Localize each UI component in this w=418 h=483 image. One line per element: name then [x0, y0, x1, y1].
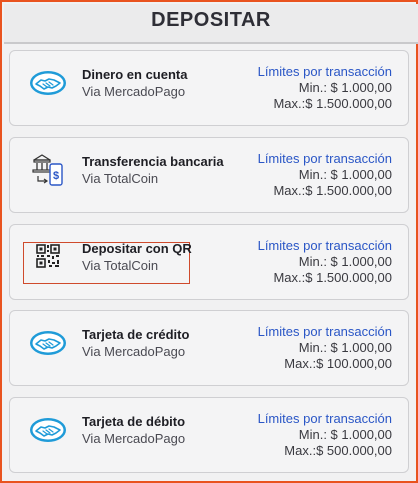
- deposit-method-transferencia-bancaria[interactable]: $ Transferencia bancaria Via TotalCoin L…: [9, 137, 409, 213]
- header: DEPOSITAR: [4, 4, 418, 44]
- limits-title: Límites por transacción: [257, 411, 392, 426]
- method-name: Tarjeta de débito: [82, 414, 186, 429]
- bank-transfer-icon: $: [28, 152, 68, 188]
- svg-text:$: $: [53, 170, 59, 182]
- qr-code-icon: [28, 239, 68, 275]
- limits-title: Límites por transacción: [257, 324, 392, 339]
- method-provider: Via TotalCoin: [82, 171, 159, 186]
- limit-min: Min.: $ 1.000,00: [298, 427, 392, 442]
- method-provider: Via MercadoPago: [82, 431, 186, 446]
- limits-title: Límites por transacción: [257, 64, 392, 79]
- limits: Límites por transacción Min.: $ 1.000,00…: [258, 411, 392, 459]
- limit-max: Max.:$ 1.500.000,00: [273, 96, 392, 111]
- limit-min: Min.: $ 1.000,00: [298, 254, 392, 269]
- handshake-icon: [28, 325, 68, 361]
- deposit-method-qr[interactable]: Depositar con QR Via TotalCoin Límites p…: [9, 224, 409, 300]
- limit-min: Min.: $ 1.000,00: [298, 80, 392, 95]
- method-name: Tarjeta de crédito: [82, 327, 190, 342]
- limits-title: Límites por transacción: [257, 238, 392, 253]
- handshake-icon: [28, 65, 68, 101]
- method-name: Transferencia bancaria: [82, 154, 224, 169]
- method-provider: Via MercadoPago: [82, 84, 186, 99]
- method-name: Dinero en cuenta: [82, 67, 188, 82]
- method-name: Depositar con QR: [82, 241, 192, 256]
- limit-min: Min.: $ 1.000,00: [298, 167, 392, 182]
- limits: Límites por transacción Min.: $ 1.000,00…: [258, 151, 392, 199]
- page-title: DEPOSITAR: [151, 8, 271, 31]
- method-provider: Via TotalCoin: [82, 258, 159, 273]
- deposit-method-dinero-en-cuenta[interactable]: Dinero en cuenta Via MercadoPago Límites…: [9, 50, 409, 126]
- limit-max: Max.:$ 1.500.000,00: [273, 270, 392, 285]
- limit-max: Max.:$ 100.000,00: [284, 356, 392, 371]
- limits: Límites por transacción Min.: $ 1.000,00…: [258, 238, 392, 286]
- method-provider: Via MercadoPago: [82, 344, 186, 359]
- deposit-method-tarjeta-debito[interactable]: Tarjeta de débito Via MercadoPago Límite…: [9, 397, 409, 473]
- limits: Límites por transacción Min.: $ 1.000,00…: [258, 324, 392, 372]
- limit-max: Max.:$ 1.500.000,00: [273, 183, 392, 198]
- handshake-icon: [28, 412, 68, 448]
- limits: Límites por transacción Min.: $ 1.000,00…: [258, 64, 392, 112]
- limit-min: Min.: $ 1.000,00: [298, 340, 392, 355]
- deposit-method-tarjeta-credito[interactable]: Tarjeta de crédito Via MercadoPago Límit…: [9, 310, 409, 386]
- limit-max: Max.:$ 500.000,00: [284, 443, 392, 458]
- limits-title: Límites por transacción: [257, 151, 392, 166]
- deposit-panel: DEPOSITAR Dinero en cuenta Via MercadoPa…: [0, 0, 418, 483]
